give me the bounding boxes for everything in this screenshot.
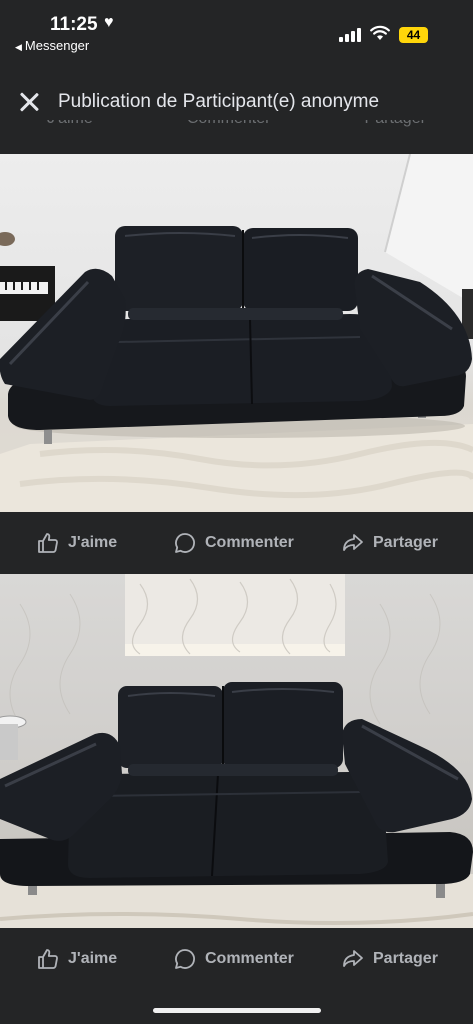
ghost-share-label: Partager [365,120,426,128]
home-indicator[interactable] [153,1008,321,1013]
thumbs-up-icon [38,533,58,553]
close-icon[interactable] [18,91,40,113]
share-arrow-icon [343,950,363,967]
battery-indicator: 44 [399,27,428,43]
status-bar: 11:25 ♥ ◀ Messenger 44 [0,0,473,62]
heart-icon: ♥ [104,14,114,31]
like-button[interactable]: J'aime [36,928,117,990]
share-button[interactable]: Partager [341,512,438,574]
share-button[interactable]: Partager [341,928,438,990]
back-to-app-link[interactable]: ◀ Messenger [15,38,89,53]
post-action-bar-2: J'aime Commenter Partager [0,928,473,990]
post-photo-1[interactable] [0,154,473,512]
ghost-comment-label: Commenter [187,120,271,128]
page-title: Publication de Participant(e) anonyme [58,91,380,112]
sofa-photo-1 [0,154,473,512]
share-label: Partager [373,950,438,967]
comment-bubble-icon [175,533,195,553]
ghost-like-label: J'aime [47,120,93,128]
back-triangle-icon: ◀ [15,42,22,52]
comment-bubble-icon [175,949,195,969]
share-label: Partager [373,534,438,551]
comment-button[interactable]: Commenter [173,928,294,990]
previous-action-bar-partial: J'aime Commenter Partager [0,120,473,154]
share-arrow-icon [343,534,363,551]
like-label: J'aime [68,950,118,967]
comment-label: Commenter [205,534,294,551]
like-label: J'aime [68,534,118,551]
thumbs-up-icon [38,949,58,969]
comment-label: Commenter [205,950,294,967]
bottom-safe-area [0,990,473,1024]
sofa-photo-2 [0,574,473,928]
like-button[interactable]: J'aime [36,512,117,574]
post-photo-2[interactable] [0,574,473,928]
back-app-label: Messenger [24,38,90,53]
wifi-icon [370,25,390,40]
cellular-signal-icon [339,28,363,42]
post-action-bar-1: J'aime Commenter Partager [0,512,473,574]
status-time: 11:25 [50,14,98,35]
comment-button[interactable]: Commenter [173,512,294,574]
